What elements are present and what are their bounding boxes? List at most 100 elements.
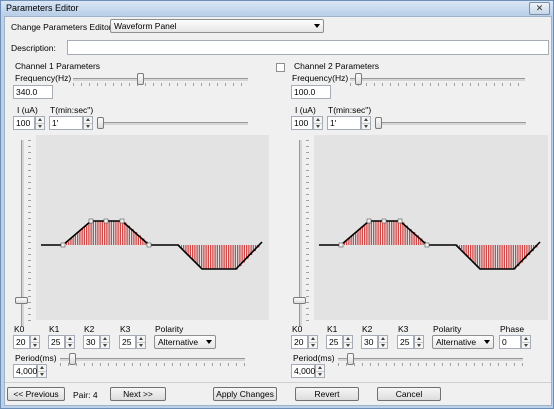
- ch1-k3-input[interactable]: 25: [119, 335, 136, 349]
- ch2-polarity-select[interactable]: Alternative: [432, 335, 494, 349]
- ch1-period-slider-thumb[interactable]: [68, 353, 76, 365]
- editor-select[interactable]: Waveform Panel: [110, 19, 324, 33]
- ch2-k2-input[interactable]: 30: [361, 335, 378, 349]
- spin-up-icon[interactable]: [137, 336, 145, 343]
- ch2-envelope-handle[interactable]: [366, 218, 372, 224]
- spin-down-icon[interactable]: [84, 124, 92, 130]
- ch2-period-input[interactable]: 4,000: [291, 364, 315, 378]
- spin-down-icon[interactable]: [362, 124, 370, 130]
- ch1-time-input[interactable]: 1': [49, 116, 83, 130]
- spin-down-icon[interactable]: [31, 343, 39, 349]
- ch1-period-input[interactable]: 4,000: [13, 364, 37, 378]
- ch2-current-label: I (uA): [295, 105, 316, 115]
- ch1-envelope-handle[interactable]: [103, 218, 109, 224]
- ch2-k1-input[interactable]: 25: [326, 335, 343, 349]
- ch2-current-input[interactable]: 100: [291, 116, 313, 130]
- spin-up-icon[interactable]: [66, 336, 74, 343]
- ch2-time-slider[interactable]: [375, 122, 526, 125]
- ch2-frequency-slider[interactable]: [350, 78, 525, 81]
- ch1-k0-spinner[interactable]: [30, 335, 40, 349]
- ch1-amplitude-slider-thumb[interactable]: [15, 297, 28, 305]
- close-icon[interactable]: ✕: [529, 2, 550, 15]
- ch1-envelope-handle[interactable]: [146, 242, 152, 248]
- spin-up-icon[interactable]: [101, 336, 109, 343]
- spin-up-icon[interactable]: [344, 336, 352, 343]
- ch2-k2-spinner[interactable]: [378, 335, 388, 349]
- spin-down-icon[interactable]: [101, 343, 109, 349]
- ch2-amplitude-slider-thumb[interactable]: [293, 297, 306, 305]
- spin-up-icon[interactable]: [316, 365, 324, 372]
- ch1-frequency-slider-thumb[interactable]: [136, 73, 144, 85]
- ch2-frequency-input[interactable]: 100.0: [291, 85, 331, 99]
- revert-button[interactable]: Revert: [295, 387, 359, 401]
- ch1-envelope-handle[interactable]: [88, 218, 94, 224]
- ch1-current-spinner[interactable]: [35, 116, 45, 130]
- apply-changes-button[interactable]: Apply Changes: [213, 387, 277, 401]
- spin-up-icon[interactable]: [314, 117, 322, 124]
- ch2-k1-spinner[interactable]: [343, 335, 353, 349]
- ch1-current-input[interactable]: 100: [13, 116, 35, 130]
- ch2-phase-spinner[interactable]: [521, 335, 531, 349]
- ch2-envelope-handle[interactable]: [397, 218, 403, 224]
- spin-up-icon[interactable]: [31, 336, 39, 343]
- ch2-time-input[interactable]: 1': [327, 116, 361, 130]
- spin-down-icon[interactable]: [309, 343, 317, 349]
- ch2-period-spinner[interactable]: [315, 364, 325, 378]
- ch2-k0-spinner[interactable]: [308, 335, 318, 349]
- spin-down-icon[interactable]: [36, 124, 44, 130]
- spin-down-icon[interactable]: [415, 343, 423, 349]
- spin-up-icon[interactable]: [415, 336, 423, 343]
- channel-2-checkbox[interactable]: [276, 63, 285, 72]
- spin-down-icon[interactable]: [137, 343, 145, 349]
- ch1-k2-spinner[interactable]: [100, 335, 110, 349]
- ch2-envelope-handle[interactable]: [338, 242, 344, 248]
- ch1-polarity-select[interactable]: Alternative: [154, 335, 216, 349]
- spin-down-icon[interactable]: [66, 343, 74, 349]
- spin-up-icon[interactable]: [84, 117, 92, 124]
- ch2-current-spinner[interactable]: [313, 116, 323, 130]
- ch1-period-slider[interactable]: [60, 358, 245, 361]
- ch2-period-ticks: [338, 363, 523, 366]
- ch2-envelope-handle[interactable]: [424, 242, 430, 248]
- ch2-frequency-slider-thumb[interactable]: [355, 73, 363, 85]
- ch2-envelope-handle[interactable]: [381, 218, 387, 224]
- ch1-time-spinner[interactable]: [83, 116, 93, 130]
- ch1-k3-spinner[interactable]: [136, 335, 146, 349]
- ch2-k3-spinner[interactable]: [414, 335, 424, 349]
- next-button[interactable]: Next >>: [110, 387, 166, 401]
- spin-up-icon[interactable]: [36, 117, 44, 124]
- ch1-k1-input[interactable]: 25: [48, 335, 65, 349]
- spin-down-icon[interactable]: [379, 343, 387, 349]
- ch1-period-spinner[interactable]: [37, 364, 47, 378]
- title-bar[interactable]: Parameters Editor ✕: [1, 1, 553, 15]
- spin-up-icon[interactable]: [522, 336, 530, 343]
- spin-down-icon[interactable]: [316, 372, 324, 378]
- ch1-frequency-input[interactable]: 340.0: [13, 85, 53, 99]
- spin-down-icon[interactable]: [314, 124, 322, 130]
- ch2-phase-input[interactable]: 0: [499, 335, 521, 349]
- spin-down-icon[interactable]: [38, 372, 46, 378]
- ch1-time-slider[interactable]: [97, 122, 248, 125]
- spin-up-icon[interactable]: [362, 117, 370, 124]
- ch1-k0-input[interactable]: 20: [13, 335, 30, 349]
- ch2-time-spinner[interactable]: [361, 116, 371, 130]
- ch2-k0-input[interactable]: 20: [291, 335, 308, 349]
- ch2-k3-input[interactable]: 25: [397, 335, 414, 349]
- previous-button[interactable]: << Previous: [7, 387, 65, 401]
- ch2-period-slider[interactable]: [338, 358, 523, 361]
- spin-up-icon[interactable]: [38, 365, 46, 372]
- ch2-period-slider-thumb[interactable]: [346, 353, 354, 365]
- cancel-button[interactable]: Cancel: [377, 387, 441, 401]
- ch1-k2-input[interactable]: 30: [83, 335, 100, 349]
- ch1-envelope-handle[interactable]: [119, 218, 125, 224]
- spin-up-icon[interactable]: [379, 336, 387, 343]
- spin-up-icon[interactable]: [309, 336, 317, 343]
- ch1-k1-spinner[interactable]: [65, 335, 75, 349]
- ch1-envelope-handle[interactable]: [60, 242, 66, 248]
- ch1-time-slider-thumb[interactable]: [97, 117, 104, 129]
- ch1-frequency-slider[interactable]: [73, 78, 248, 81]
- ch2-time-slider-thumb[interactable]: [375, 117, 382, 129]
- spin-down-icon[interactable]: [522, 343, 530, 349]
- description-field[interactable]: [67, 40, 549, 55]
- spin-down-icon[interactable]: [344, 343, 352, 349]
